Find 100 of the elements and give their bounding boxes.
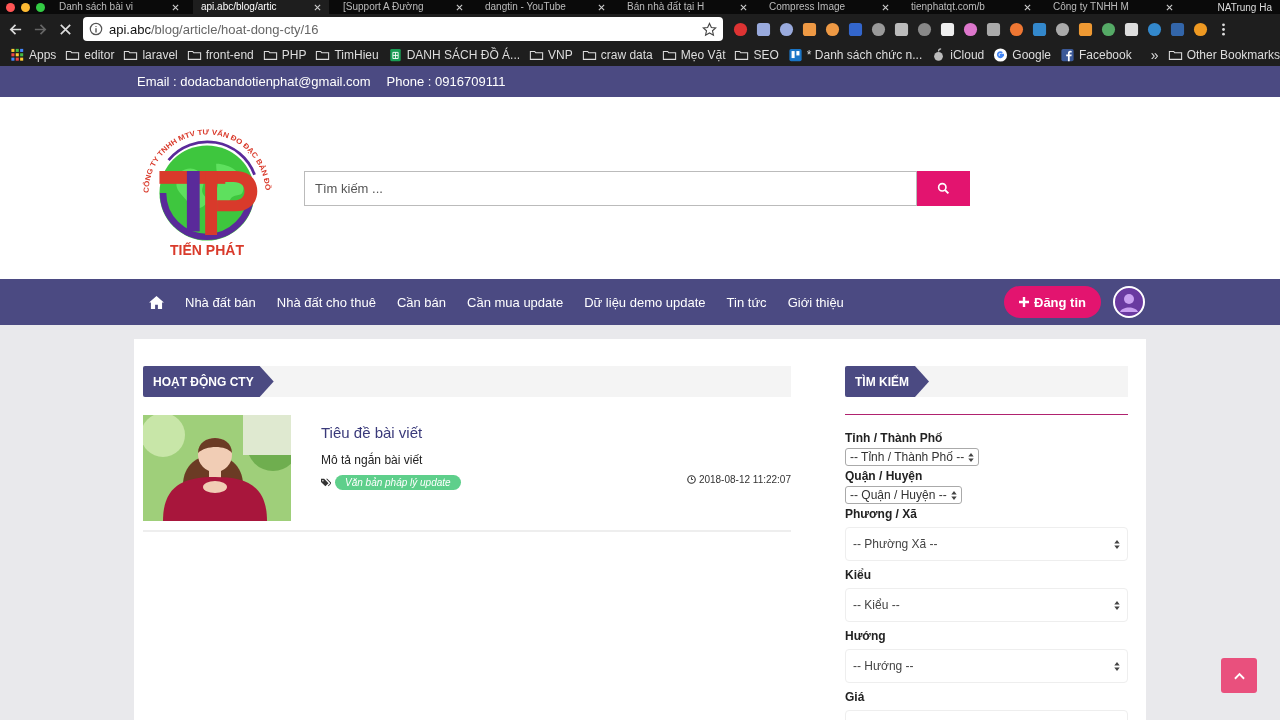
extension-icon[interactable]: [894, 21, 909, 37]
profile-name[interactable]: NATrung Ha: [1217, 1, 1280, 13]
bookmark[interactable]: PHP: [262, 48, 307, 62]
nav-link[interactable]: Dữ liệu demo update: [584, 294, 706, 310]
close-icon[interactable]: [882, 3, 889, 11]
extension-icon[interactable]: [940, 21, 955, 37]
browser-tab[interactable]: api.abc/blog/artic: [193, 0, 329, 14]
bookmark[interactable]: laravel: [123, 48, 178, 62]
close-icon[interactable]: [1166, 3, 1173, 11]
other-bookmarks[interactable]: Other Bookmarks: [1167, 48, 1280, 62]
bookmark-star-icon[interactable]: [702, 21, 717, 37]
bookmark[interactable]: Mẹo Vặt: [661, 48, 726, 62]
extension-icon[interactable]: [779, 21, 794, 37]
updown-arrows-icon: [1114, 661, 1120, 671]
contact-email: Email : dodacbandotienphat@gmail.com: [137, 74, 371, 89]
article-date: 2018-08-12 11:22:07: [698, 473, 791, 485]
search-button[interactable]: [917, 170, 970, 206]
article-summary: Mô tả ngắn bài viết: [321, 453, 424, 467]
filter-label: Giá: [845, 690, 865, 704]
nav-link[interactable]: Cần mua update: [467, 294, 564, 310]
extension-icon[interactable]: [756, 21, 771, 37]
bookmark[interactable]: SEO: [734, 48, 779, 62]
close-icon[interactable]: [456, 3, 463, 11]
post-listing-button[interactable]: Đăng tin: [1004, 286, 1101, 318]
extension-icon[interactable]: [1101, 21, 1116, 37]
close-icon[interactable]: [598, 3, 605, 11]
browser-tab[interactable]: Bán nhà đất tại H: [619, 0, 755, 14]
plus-icon: [1019, 297, 1029, 307]
dropdown[interactable]: -- Tỉnh / Thành Phố --: [845, 448, 980, 466]
google-icon: [993, 48, 1009, 62]
address-bar[interactable]: api.abc/blog/article/hoat-dong-cty/16: [83, 17, 723, 41]
dropdown[interactable]: -- Hướng --: [845, 649, 1128, 683]
nav-link[interactable]: Giới thiệu: [787, 294, 844, 310]
bookmark[interactable]: Facebook: [1060, 48, 1132, 62]
home-icon[interactable]: [149, 295, 164, 309]
extension-icon[interactable]: [1078, 21, 1093, 37]
close-icon[interactable]: [314, 3, 321, 11]
nav-link[interactable]: Tin tức: [726, 294, 767, 310]
bookmark[interactable]: TimHieu: [315, 48, 379, 62]
folder-icon: [581, 48, 597, 62]
search-field[interactable]: Tìm kiếm ...: [304, 170, 917, 206]
tags-icon: [321, 478, 331, 487]
apps-grid-icon: [10, 48, 25, 62]
extension-icon[interactable]: [802, 21, 817, 37]
folder-icon: [529, 48, 545, 62]
browser-tab[interactable]: Compress Image: [761, 0, 897, 14]
filter-label: Phương / Xã: [845, 507, 917, 521]
window-close-control[interactable]: [6, 2, 15, 12]
folder-icon: [65, 48, 81, 62]
browser-tab[interactable]: tienphatqt.com/b: [903, 0, 1039, 14]
extension-icon[interactable]: [963, 21, 978, 37]
nav-link[interactable]: Nhà đất cho thuê: [276, 294, 376, 310]
extension-icon[interactable]: [1009, 21, 1024, 37]
bookmark[interactable]: Apps: [10, 48, 57, 62]
folder-icon: [186, 48, 202, 62]
close-icon[interactable]: [740, 3, 747, 11]
caret-up-icon: [1233, 671, 1245, 680]
browser-tab[interactable]: [Support A Đường: [335, 0, 471, 14]
more-bookmarks-chevron[interactable]: »: [1150, 47, 1159, 63]
bookmark[interactable]: front-end: [186, 48, 254, 62]
extension-icon[interactable]: [1124, 21, 1139, 37]
window-minimize-control[interactable]: [21, 2, 30, 12]
nav-link[interactable]: Nhà đất bán: [185, 294, 256, 310]
updown-arrows-icon: [950, 490, 957, 500]
extension-icon[interactable]: [871, 21, 886, 37]
folder-icon: [262, 48, 278, 62]
extension-icon[interactable]: [1193, 21, 1208, 37]
extension-icon[interactable]: [825, 21, 840, 37]
dropdown[interactable]: -- Quận / Huyện --: [845, 486, 962, 504]
browser-tab[interactable]: Công ty TNHH M: [1045, 0, 1181, 14]
folder-icon: [734, 48, 750, 62]
dropdown[interactable]: -- Phường Xã --: [845, 527, 1128, 561]
browser-tab[interactable]: dangtin - YouTube: [477, 0, 613, 14]
folder-icon: [315, 48, 331, 62]
close-icon[interactable]: [172, 3, 179, 11]
folder-icon: [1167, 48, 1183, 62]
window-zoom-control[interactable]: [36, 2, 45, 12]
browser-tab[interactable]: Danh sách bài vi: [51, 0, 187, 14]
user-avatar[interactable]: [1113, 286, 1145, 318]
filter-label: Kiểu: [845, 568, 871, 582]
updown-arrows-icon: [1114, 539, 1120, 549]
extension-icon[interactable]: [1055, 21, 1070, 37]
bookmark[interactable]: Google: [993, 48, 1051, 62]
dropdown[interactable]: -- Kiểu --: [845, 588, 1128, 622]
facebook-icon: [1060, 48, 1075, 62]
article-title[interactable]: Tiêu đề bài viết: [321, 424, 791, 441]
updown-arrows-icon: [968, 452, 975, 462]
bookmark[interactable]: craw data: [581, 48, 653, 62]
info-icon[interactable]: [89, 22, 103, 36]
bookmark[interactable]: DANH SÁCH ĐỒ Á...: [387, 48, 521, 62]
stop-icon[interactable]: [58, 21, 73, 37]
bookmark[interactable]: * Danh sách chức n...: [787, 48, 923, 62]
section-heading: HOẠT ĐỘNG CTY: [143, 366, 274, 397]
bookmark[interactable]: VNP: [529, 48, 573, 62]
close-icon[interactable]: [1024, 3, 1031, 11]
nav-link[interactable]: Cần bán: [396, 294, 447, 310]
filter-label: Tỉnh / Thành Phố: [845, 431, 943, 445]
bookmark[interactable]: editor: [65, 48, 115, 62]
extension-icon[interactable]: [986, 21, 1001, 37]
bookmark[interactable]: iCloud: [931, 48, 985, 62]
